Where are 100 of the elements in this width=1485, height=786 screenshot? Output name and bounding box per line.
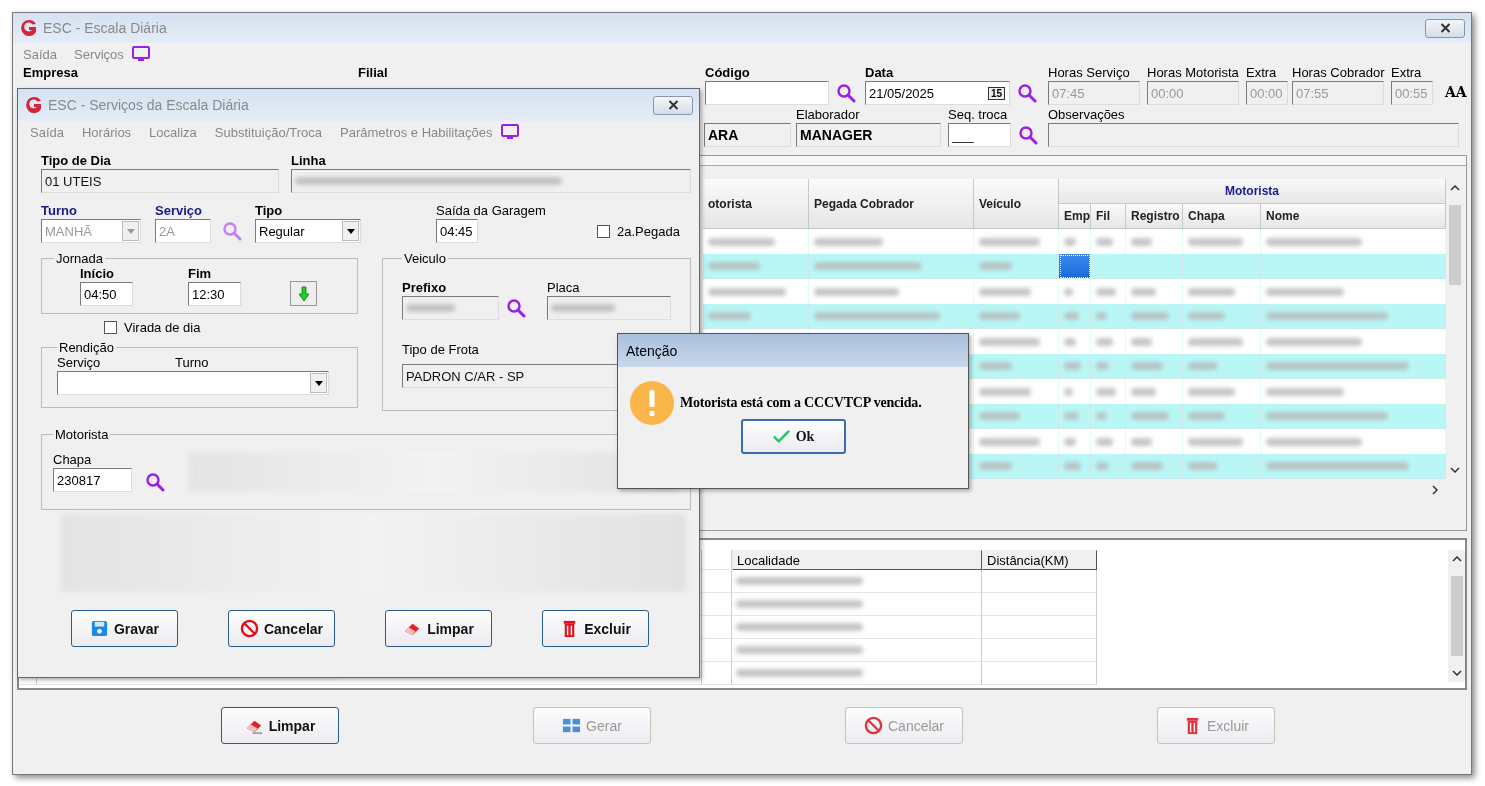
input-field[interactable] bbox=[547, 296, 671, 320]
table-cell[interactable] bbox=[1183, 454, 1261, 479]
close-button[interactable] bbox=[653, 95, 693, 115]
chevron-down-icon[interactable] bbox=[1449, 467, 1460, 473]
logo-icon bbox=[24, 95, 44, 115]
input-field[interactable]: 230817 bbox=[53, 468, 132, 492]
table-cell[interactable] bbox=[1091, 454, 1126, 479]
column-header[interactable]: otorista bbox=[703, 179, 809, 229]
column-header[interactable]: Nome bbox=[1261, 204, 1446, 229]
table-cell[interactable] bbox=[982, 593, 1097, 616]
font-size-button[interactable]: AA bbox=[1445, 84, 1467, 100]
blurred-text bbox=[551, 304, 615, 312]
column-header[interactable]: Distância(KM) bbox=[982, 550, 1097, 570]
input-field[interactable]: MANAGER bbox=[796, 123, 941, 147]
blurred-text bbox=[1188, 462, 1219, 470]
table-cell[interactable] bbox=[1059, 254, 1091, 279]
table-cell[interactable] bbox=[702, 616, 732, 639]
column-header[interactable]: Emp bbox=[1059, 204, 1091, 229]
checkmark-icon bbox=[771, 427, 791, 446]
action-button[interactable]: Limpar bbox=[221, 707, 339, 744]
table-cell[interactable] bbox=[732, 616, 982, 639]
input-field[interactable]: ARA bbox=[704, 123, 791, 147]
input-field[interactable]: 01 UTEIS bbox=[41, 169, 279, 193]
table-cell[interactable] bbox=[702, 570, 732, 593]
input-field[interactable]: 04:45 bbox=[436, 219, 478, 243]
search-icon[interactable] bbox=[506, 298, 526, 318]
table-cell[interactable] bbox=[982, 662, 1097, 685]
monitor-icon[interactable] bbox=[500, 123, 521, 141]
table-cell[interactable] bbox=[982, 570, 1097, 593]
search-icon[interactable] bbox=[1017, 83, 1037, 103]
copy-down-button[interactable] bbox=[290, 281, 317, 306]
action-button[interactable]: Limpar bbox=[385, 610, 492, 647]
search-icon[interactable] bbox=[222, 221, 242, 241]
input-field[interactable]: 04:50 bbox=[80, 282, 133, 306]
blurred-text bbox=[1096, 362, 1110, 370]
table-cell[interactable] bbox=[982, 639, 1097, 662]
close-button[interactable] bbox=[1425, 18, 1465, 38]
search-icon[interactable] bbox=[836, 83, 856, 103]
input-field[interactable]: ___ bbox=[948, 123, 1011, 147]
checkbox[interactable] bbox=[597, 224, 610, 238]
column-header[interactable]: Registro bbox=[1126, 204, 1183, 229]
table-cell[interactable] bbox=[732, 570, 982, 593]
input-field[interactable] bbox=[291, 169, 691, 193]
table-cell[interactable] bbox=[1126, 454, 1183, 479]
ok-button[interactable]: Ok bbox=[740, 419, 846, 454]
table-cell[interactable] bbox=[1261, 454, 1446, 479]
input-field[interactable]: 12:30 bbox=[188, 282, 241, 306]
dropdown[interactable]: Regular bbox=[255, 219, 361, 243]
dropdown[interactable] bbox=[57, 371, 329, 395]
chevron-up-icon[interactable] bbox=[1451, 556, 1462, 562]
field-label: Observações bbox=[1048, 107, 1126, 123]
search-icon[interactable] bbox=[1018, 125, 1038, 145]
monitor-icon[interactable] bbox=[130, 45, 151, 63]
close-icon bbox=[666, 100, 680, 110]
table-cell[interactable] bbox=[732, 662, 982, 685]
table-cell[interactable] bbox=[982, 616, 1097, 639]
column-header[interactable]: Veículo bbox=[974, 179, 1059, 229]
chevron-down-icon[interactable] bbox=[1451, 670, 1462, 676]
action-button[interactable]: Cancelar bbox=[228, 610, 335, 647]
table-cell[interactable] bbox=[732, 639, 982, 662]
blurred-text bbox=[1064, 312, 1079, 320]
action-button[interactable]: Excluir bbox=[542, 610, 649, 647]
column-header[interactable]: Localidade bbox=[732, 550, 982, 570]
search-icon[interactable] bbox=[145, 472, 165, 492]
blurred-text bbox=[979, 412, 1020, 420]
blurred-text bbox=[406, 304, 455, 312]
field-label: Turno bbox=[41, 203, 78, 219]
table-cell[interactable] bbox=[732, 593, 982, 616]
input-field[interactable] bbox=[705, 81, 829, 105]
column-header[interactable]: Pegada Cobrador bbox=[809, 179, 974, 229]
chevron-up-icon[interactable] bbox=[1449, 185, 1460, 191]
input-field[interactable] bbox=[1048, 123, 1459, 147]
group-title: Veiculo bbox=[403, 251, 447, 266]
blurred-text bbox=[1188, 312, 1225, 320]
table-cell[interactable] bbox=[702, 662, 732, 685]
table-cell[interactable] bbox=[702, 593, 732, 616]
vertical-scrollbar[interactable] bbox=[1448, 550, 1465, 682]
blurred-text bbox=[979, 312, 1020, 320]
table-cell[interactable] bbox=[974, 454, 1059, 479]
column-header[interactable]: Fil bbox=[1091, 204, 1126, 229]
blurred-text bbox=[1096, 237, 1113, 246]
blurred-text bbox=[1096, 437, 1113, 446]
blurred-text bbox=[1188, 287, 1235, 296]
scrollbar-thumb[interactable] bbox=[1450, 576, 1463, 656]
chevron-right-icon[interactable] bbox=[1432, 485, 1438, 495]
action-button[interactable]: Gravar bbox=[71, 610, 178, 647]
blurred-text bbox=[1131, 287, 1157, 296]
checkbox[interactable] bbox=[104, 320, 117, 334]
column-header[interactable]: Chapa bbox=[1183, 204, 1261, 229]
table-cell[interactable] bbox=[702, 639, 732, 662]
calendar-button[interactable]: 15 bbox=[987, 86, 1005, 100]
blurred-text bbox=[1096, 337, 1113, 346]
blurred-text bbox=[1131, 337, 1152, 346]
no-entry-icon bbox=[239, 619, 259, 638]
input-field[interactable] bbox=[402, 296, 499, 320]
scrollbar-thumb[interactable] bbox=[1448, 205, 1461, 285]
table-cell[interactable] bbox=[1059, 454, 1091, 479]
blurred-text bbox=[1131, 362, 1164, 370]
field-label: Horas Serviço bbox=[1048, 65, 1131, 81]
date-field[interactable]: 21/05/2025 15 bbox=[865, 81, 1010, 105]
